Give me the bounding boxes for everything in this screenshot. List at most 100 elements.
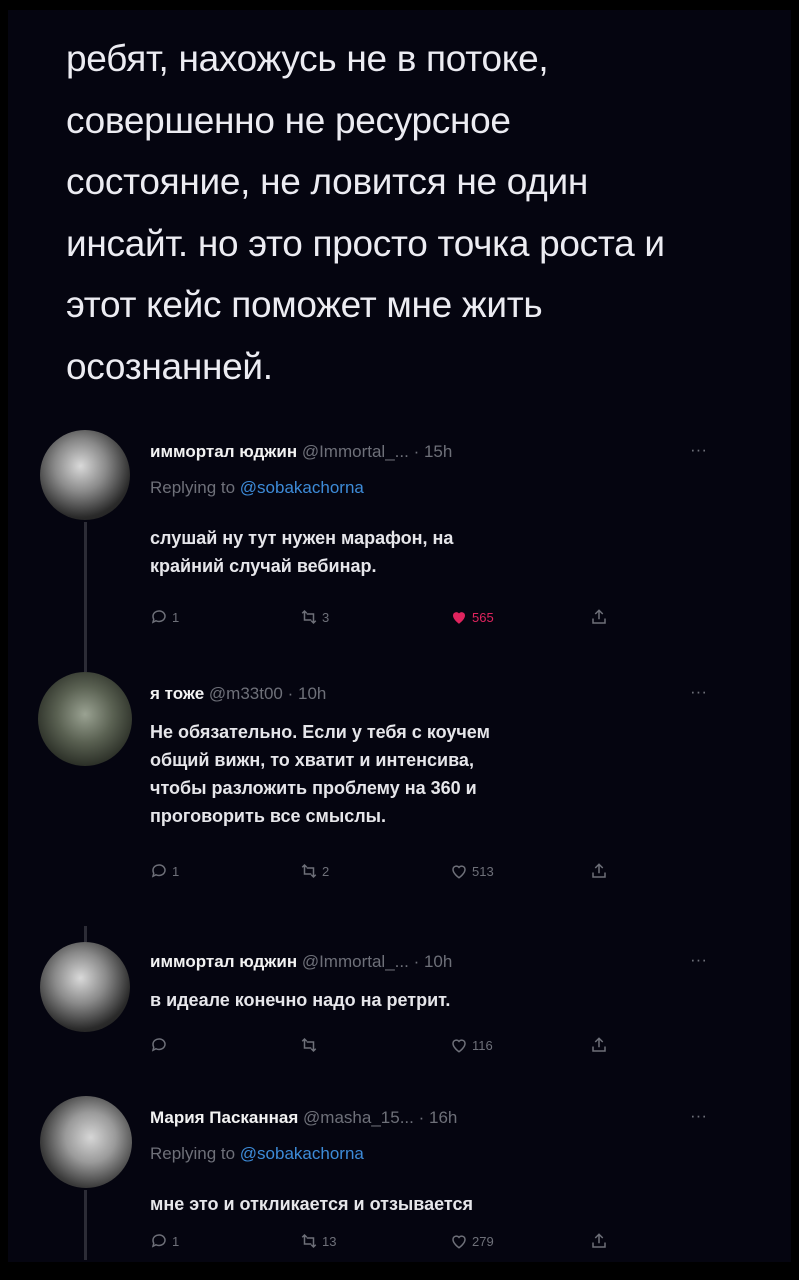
reply-tweet[interactable]: иммортал юджин @Immortal_... · 10h ··· в… (0, 926, 799, 1082)
thread-line (84, 1190, 87, 1260)
more-options-icon[interactable]: ··· (690, 440, 707, 460)
timestamp: · 10h (287, 684, 327, 703)
replying-to: Replying to @sobakachorna (150, 478, 364, 498)
reply-count: 1 (172, 1233, 180, 1249)
reply-header: иммортал юджин @Immortal_... · 10h (150, 952, 452, 972)
share-icon (592, 609, 606, 624)
reply-body-line: крайний случай вебинар. (150, 556, 377, 576)
main-tweet-line: осознанней. (66, 345, 273, 387)
retweet-button[interactable]: 13 (300, 1232, 336, 1250)
photo-border (0, 0, 799, 10)
share-button[interactable] (590, 608, 608, 626)
author-name[interactable]: иммортал юджин (150, 952, 297, 971)
main-tweet-line: состояние, не ловится не один (66, 161, 588, 202)
avatar[interactable] (40, 1096, 132, 1188)
mention-link[interactable]: @sobakachorna (240, 1144, 364, 1163)
reply-button[interactable] (150, 1036, 172, 1054)
share-button[interactable] (590, 1232, 608, 1250)
main-tweet-line: совершенно не ресурсное (66, 99, 511, 141)
author-name[interactable]: Мария Пасканная (150, 1108, 298, 1127)
reply-body: Не обязательно. Если у тебя с коучем общ… (150, 718, 490, 830)
photo-border (0, 1262, 799, 1280)
retweet-icon (301, 863, 317, 879)
reply-body-line: мне это и откликается и отзывается (150, 1194, 473, 1214)
main-tweet-line: ребят, нахожусь не в потоке, (66, 38, 549, 79)
reply-header: Мария Пасканная @masha_15... · 16h (150, 1108, 457, 1128)
like-count: 116 (472, 1037, 493, 1053)
like-button[interactable]: 279 (450, 1232, 494, 1250)
screenshot: ребят, нахожусь не в потоке, совершенно … (0, 0, 799, 1280)
main-tweet-line: инсайт. но это просто точка роста и (66, 222, 665, 264)
timestamp: · 10h (413, 952, 453, 971)
author-handle[interactable]: @m33t00 (209, 684, 283, 703)
retweet-icon (301, 1233, 317, 1249)
retweet-button[interactable]: 3 (300, 608, 329, 626)
reply-tweet[interactable]: я тоже @m33t00 · 10h ··· Не обязательно.… (0, 672, 799, 932)
reply-body-line: проговорить все смыслы. (150, 806, 387, 826)
author-handle[interactable]: @Immortal_... (302, 442, 409, 461)
action-bar: 1 3 565 (150, 608, 630, 632)
timestamp: · 16h (418, 1108, 458, 1127)
heart-filled-icon (453, 612, 465, 624)
like-count: 513 (472, 863, 494, 879)
main-tweet-line: этот кейс поможет мне жить (66, 284, 543, 325)
retweet-count: 3 (322, 609, 330, 625)
reply-header: иммортал юджин @Immortal_... · 15h (150, 442, 452, 462)
reply-body: слушай ну тут нужен марафон, на крайний … (150, 524, 453, 580)
action-bar: 1 2 513 (150, 862, 630, 886)
reply-button[interactable]: 1 (150, 1232, 179, 1250)
share-icon (592, 863, 606, 878)
reply-tweet[interactable]: Мария Пасканная @masha_15... · 16h ··· R… (0, 1096, 799, 1266)
reply-body-line: чтобы разложить проблему на 360 и (150, 778, 477, 798)
reply-button[interactable]: 1 (150, 862, 179, 880)
more-options-icon[interactable]: ··· (690, 1106, 707, 1126)
retweet-icon (301, 1037, 317, 1053)
photo-border (791, 0, 799, 1280)
share-button[interactable] (590, 862, 608, 880)
reply-icon (151, 1234, 166, 1248)
author-name[interactable]: я тоже (150, 684, 204, 703)
share-icon (592, 1037, 606, 1052)
avatar[interactable] (38, 672, 132, 766)
share-icon (592, 1233, 606, 1248)
photo-border (0, 0, 8, 1280)
heart-icon (452, 1235, 466, 1249)
like-button[interactable]: 116 (450, 1036, 493, 1054)
reply-icon (151, 610, 166, 624)
author-handle[interactable]: @Immortal_... (302, 952, 409, 971)
replying-prefix: Replying to (150, 478, 236, 497)
timestamp: · 15h (413, 442, 453, 461)
like-count: 565 (472, 609, 494, 625)
author-handle[interactable]: @masha_15... (303, 1108, 414, 1127)
main-tweet-text: ребят, нахожусь не в потоке, совершенно … (66, 28, 786, 397)
author-name[interactable]: иммортал юджин (150, 442, 297, 461)
more-options-icon[interactable]: ··· (690, 950, 707, 970)
mention-link[interactable]: @sobakachorna (240, 478, 364, 497)
heart-icon (452, 1039, 466, 1053)
thread-line (84, 522, 87, 672)
reply-body-line: в идеале конечно надо на ретрит. (150, 990, 451, 1010)
reply-icon (151, 864, 166, 878)
heart-icon (452, 865, 466, 879)
share-button[interactable] (590, 1036, 608, 1054)
reply-count: 1 (172, 609, 180, 625)
reply-icon (151, 1038, 166, 1052)
reply-body: в идеале конечно надо на ретрит. (150, 986, 450, 1014)
action-bar: 1 13 279 (150, 1232, 630, 1256)
retweet-button[interactable]: 2 (300, 862, 329, 880)
avatar[interactable] (40, 430, 130, 520)
like-button[interactable]: 513 (450, 862, 494, 880)
reply-header: я тоже @m33t00 · 10h (150, 684, 326, 704)
retweet-icon (301, 609, 317, 625)
like-button[interactable]: 565 (450, 608, 494, 626)
more-options-icon[interactable]: ··· (690, 682, 707, 702)
reply-button[interactable]: 1 (150, 608, 179, 626)
reply-tweet[interactable]: иммортал юджин @Immortal_... · 15h ··· R… (0, 430, 799, 672)
reply-body: мне это и откликается и отзывается (150, 1190, 473, 1218)
retweet-count: 13 (322, 1233, 337, 1249)
retweet-button[interactable] (300, 1036, 322, 1054)
reply-body-line: Не обязательно. Если у тебя с коучем (150, 722, 490, 742)
action-bar: 116 (150, 1036, 630, 1060)
thread-line (84, 926, 87, 942)
avatar[interactable] (40, 942, 130, 1032)
